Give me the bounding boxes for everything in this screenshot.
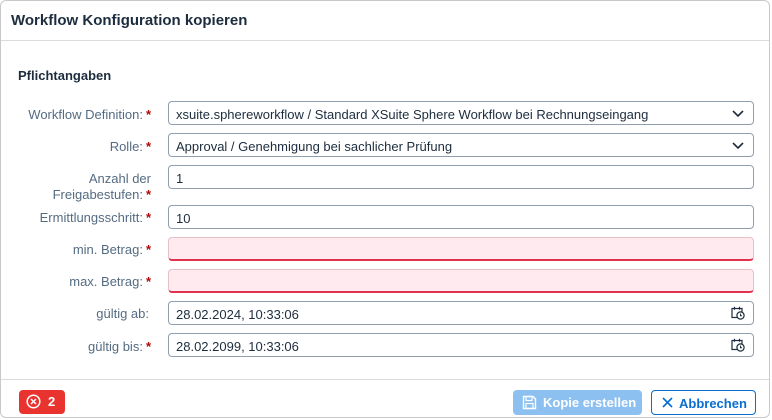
required-marker: * — [145, 187, 151, 202]
rolle-select[interactable]: Approval / Genehmigung bei sachlicher Pr… — [168, 133, 754, 157]
dialog-footer: 2 Kopie erstellen Abbrechen — [1, 379, 769, 417]
cancel-label: Abbrechen — [679, 396, 747, 411]
gueltig-bis-label: gültig bis: * — [88, 339, 151, 354]
ermittlungsschritt-input[interactable]: 10 — [168, 205, 754, 229]
gueltig-ab-input[interactable]: 28.02.2024, 10:33:06 — [168, 301, 754, 325]
anzahl-label: Anzahl der Freigabestufen: * — [52, 171, 151, 202]
required-marker: * — [145, 339, 151, 354]
error-circle-icon — [26, 394, 41, 409]
error-messages-button[interactable]: 2 — [19, 390, 65, 414]
required-marker: * — [145, 274, 151, 289]
required-marker: * — [145, 107, 151, 122]
min-betrag-input[interactable] — [168, 237, 754, 261]
gueltig-ab-label: gültig ab: — [96, 306, 149, 321]
cancel-button[interactable]: Abbrechen — [651, 390, 756, 415]
ermittlungsschritt-value: 10 — [176, 211, 191, 226]
create-copy-button[interactable]: Kopie erstellen — [513, 390, 642, 415]
chevron-down-icon — [732, 110, 744, 118]
anzahl-input[interactable]: 1 — [168, 165, 754, 189]
max-betrag-label: max. Betrag: * — [69, 274, 151, 289]
required-marker: * — [145, 210, 151, 225]
min-betrag-label: min. Betrag: * — [72, 242, 151, 257]
required-marker: * — [145, 139, 151, 154]
copy-workflow-dialog: Workflow Konfiguration kopieren Pflichta… — [0, 0, 770, 418]
gueltig-bis-input[interactable]: 28.02.2099, 10:33:06 — [168, 333, 754, 357]
anzahl-value: 1 — [176, 171, 184, 186]
rolle-label: Rolle: * — [109, 139, 151, 154]
dialog-header: Workflow Konfiguration kopieren — [1, 1, 769, 41]
gueltig-bis-value: 28.02.2099, 10:33:06 — [176, 339, 299, 354]
required-marker: * — [145, 242, 151, 257]
save-icon — [522, 395, 537, 410]
chevron-down-icon — [732, 142, 744, 150]
create-copy-label: Kopie erstellen — [543, 395, 637, 410]
max-betrag-input[interactable] — [168, 269, 754, 293]
close-icon — [662, 397, 673, 408]
error-count: 2 — [48, 394, 56, 409]
date-time-icon[interactable] — [731, 338, 745, 352]
workflow-definition-label: Workflow Definition: * — [28, 107, 151, 122]
ermittlungsschritt-label: Ermittlungsschritt: * — [39, 210, 151, 225]
workflow-definition-value: xsuite.sphereworkflow / Standard XSuite … — [176, 107, 649, 122]
date-time-icon[interactable] — [731, 306, 745, 320]
gueltig-ab-value: 28.02.2024, 10:33:06 — [176, 307, 299, 322]
dialog-title: Workflow Konfiguration kopieren — [11, 12, 248, 29]
section-title: Pflichtangaben — [18, 68, 112, 83]
rolle-value: Approval / Genehmigung bei sachlicher Pr… — [176, 139, 453, 154]
workflow-definition-select[interactable]: xsuite.sphereworkflow / Standard XSuite … — [168, 101, 754, 125]
